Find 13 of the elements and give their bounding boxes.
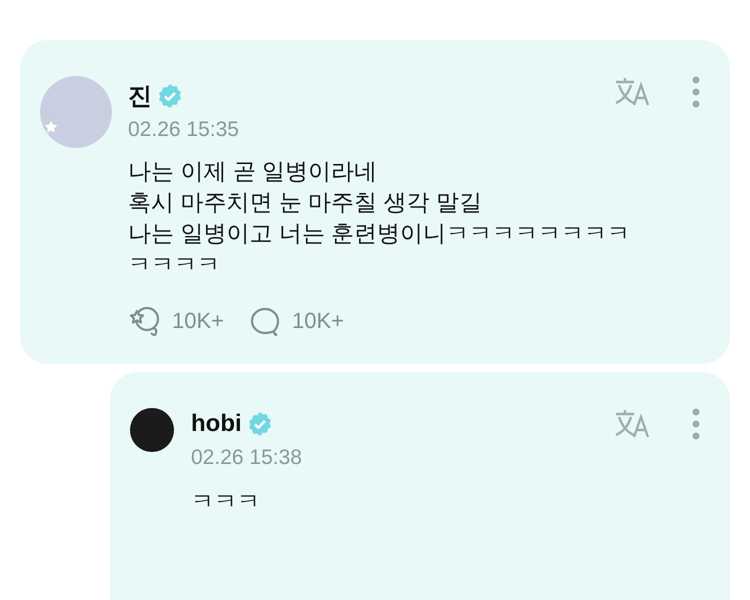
comment-text: 나는 이제 곧 일병이라네 혹시 마주치면 눈 마주칠 생각 말길 나는 일병이고 너는 훈련병이니ㅋㅋㅋㅋㅋㅋㅋㅋ ㅋㅋㅋㅋ (128, 157, 632, 279)
reaction-count: 10K+ (172, 308, 224, 334)
timestamp: 02.26 15:38 (191, 446, 302, 470)
author-name[interactable]: 진 (128, 80, 152, 112)
more-icon[interactable] (692, 408, 700, 440)
sticker-icon[interactable] (128, 306, 162, 336)
comment-count: 10K+ (292, 308, 344, 334)
avatar[interactable] (130, 408, 174, 452)
more-icon[interactable] (692, 76, 700, 108)
timestamp: 02.26 15:35 (128, 118, 239, 142)
author-name[interactable]: hobi (191, 410, 242, 438)
comment-icon[interactable] (250, 306, 282, 336)
comment-text: ㅋㅋㅋ (191, 487, 261, 516)
